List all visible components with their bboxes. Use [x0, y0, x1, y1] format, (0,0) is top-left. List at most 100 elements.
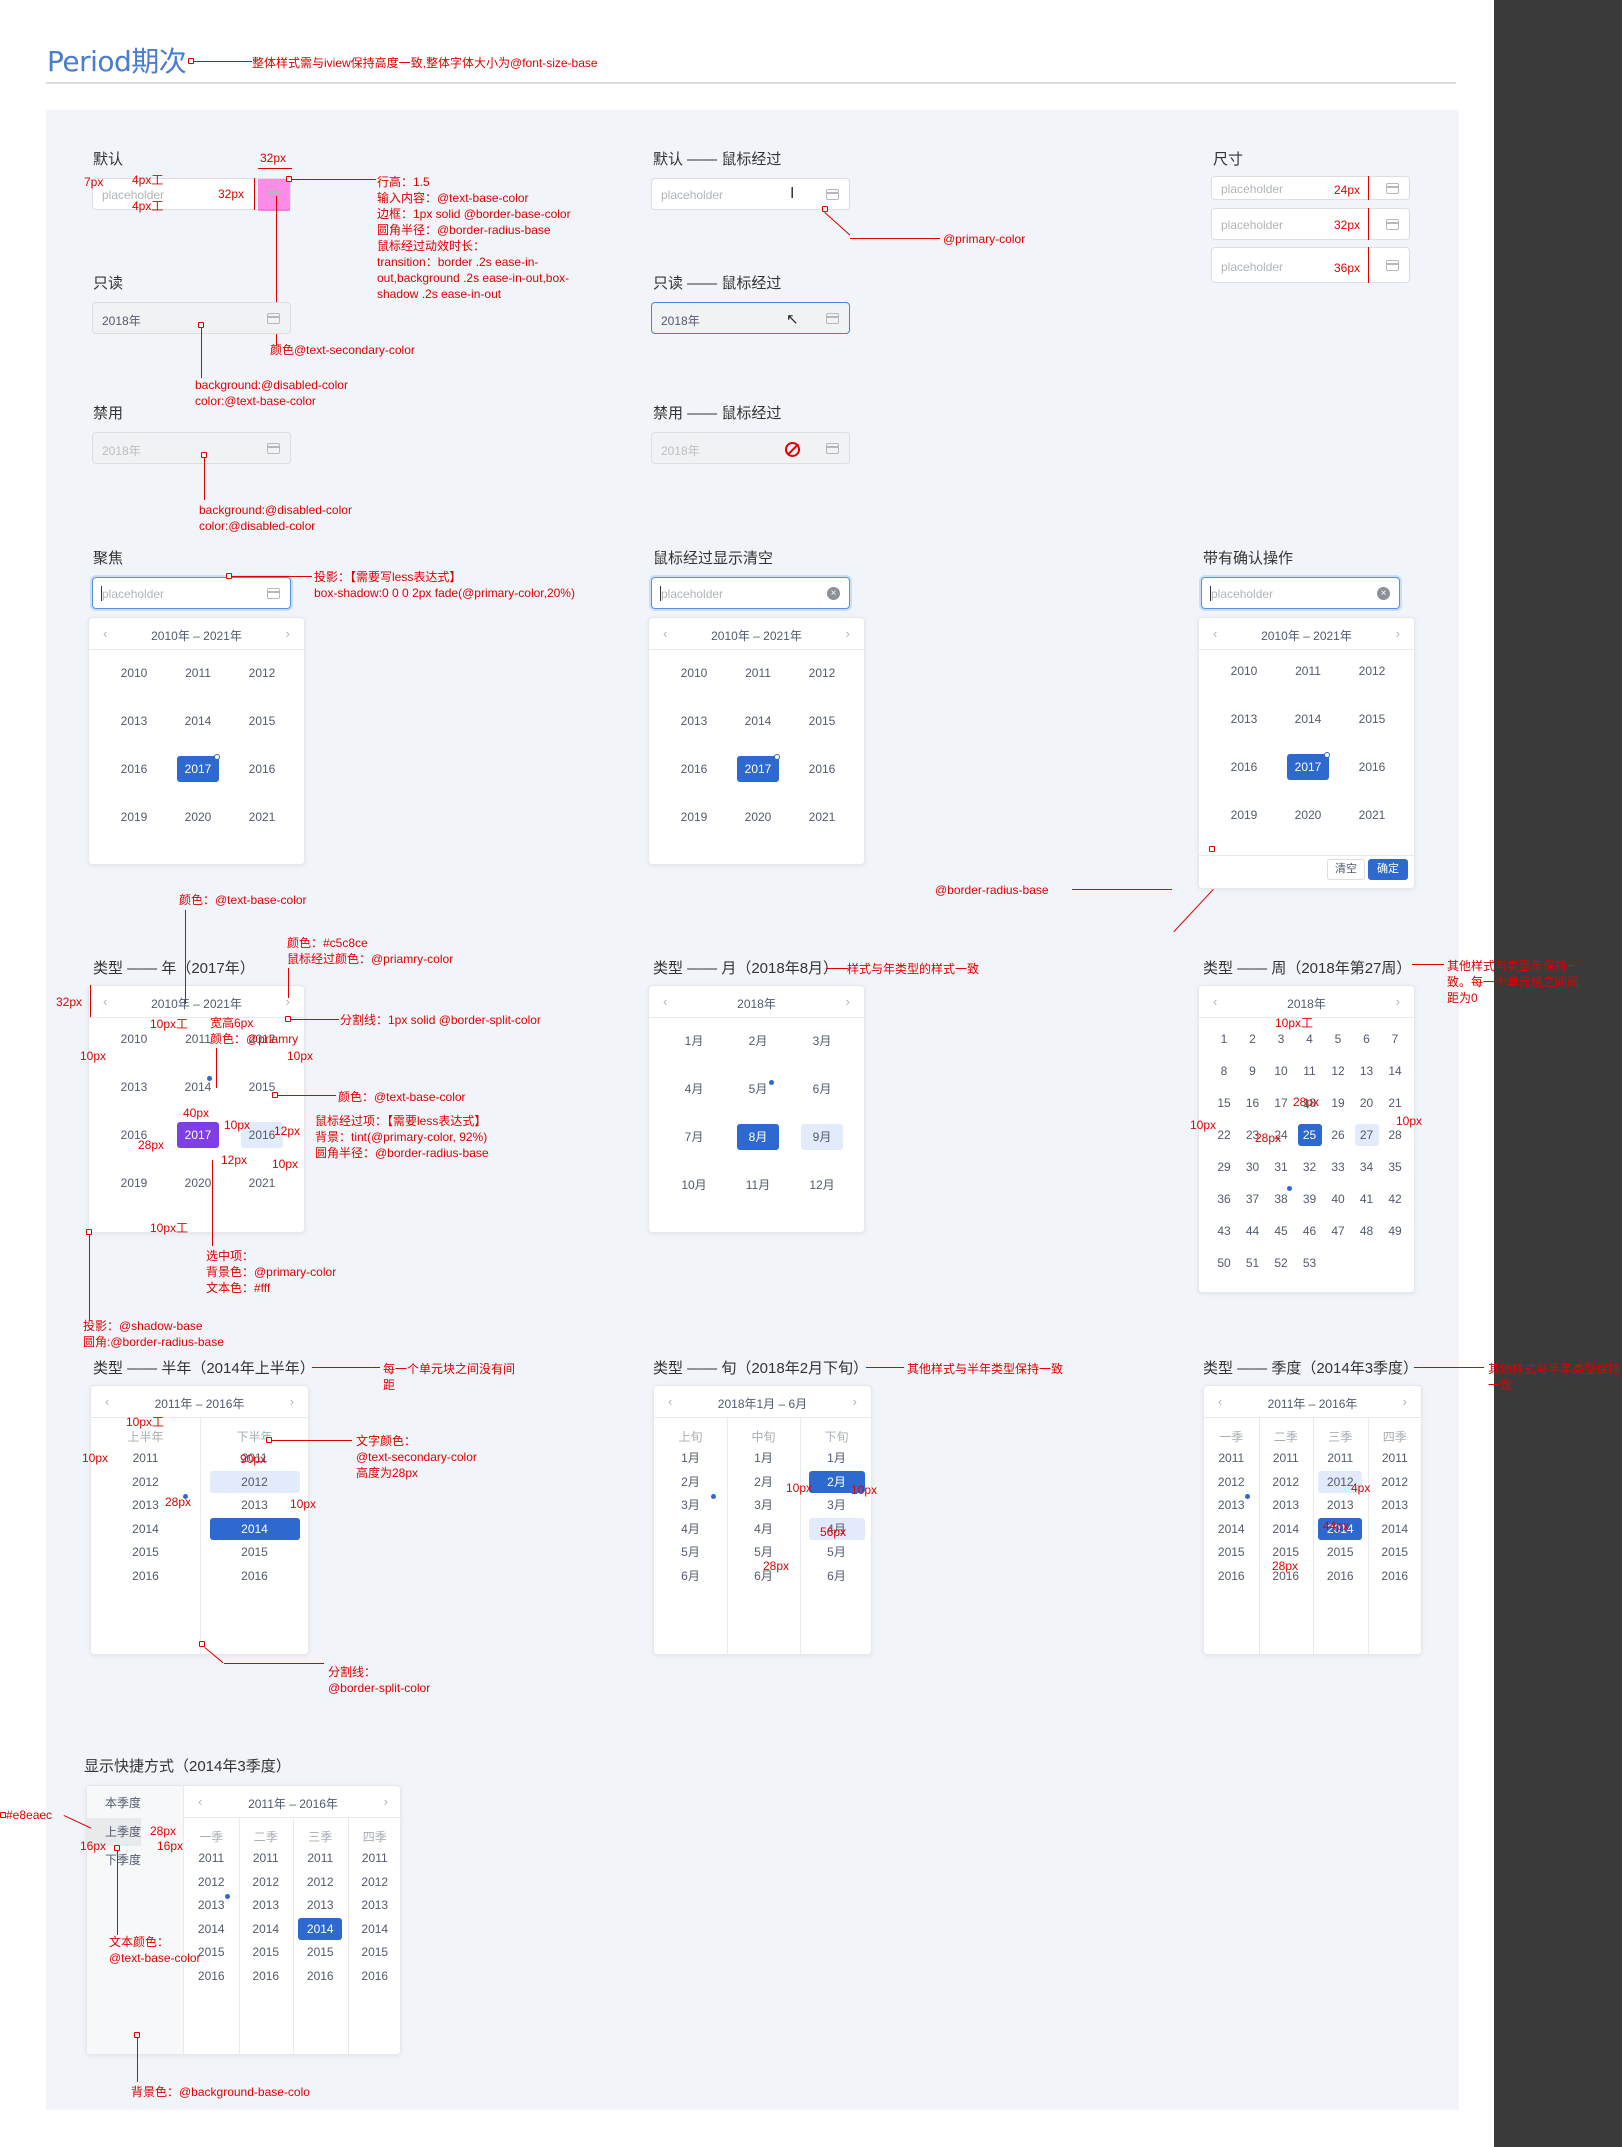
week-cell[interactable]: 27	[1354, 1124, 1379, 1146]
week-cell[interactable]: 10	[1269, 1060, 1293, 1082]
year-cell[interactable]: 2015	[241, 708, 283, 734]
period-cell[interactable]: 2016	[101, 1565, 191, 1587]
clear-icon[interactable]: ×	[827, 587, 840, 600]
next-arrow-icon[interactable]: ›	[853, 1394, 857, 1409]
year-cell[interactable]: 2014	[737, 708, 779, 734]
period-cell[interactable]: 2013	[298, 1894, 342, 1916]
period-cell[interactable]: 6月	[809, 1565, 865, 1587]
year-cell[interactable]: 2011	[737, 660, 779, 686]
week-cell[interactable]: 51	[1241, 1252, 1265, 1274]
week-cell[interactable]: 42	[1383, 1188, 1407, 1210]
month-cell[interactable]: 12月	[801, 1172, 843, 1198]
year-cell[interactable]: 2014	[1287, 706, 1329, 732]
period-cell[interactable]: 5月	[663, 1541, 719, 1563]
period-cell[interactable]: 2013	[1318, 1494, 1362, 1516]
week-cell[interactable]: 41	[1355, 1188, 1379, 1210]
readonly-hover-input[interactable]: 2018年 ↖	[651, 302, 850, 334]
month-cell[interactable]: 1月	[673, 1028, 715, 1054]
week-cell[interactable]: 14	[1383, 1060, 1407, 1082]
month-cell[interactable]: 10月	[673, 1172, 715, 1198]
period-cell[interactable]: 4月	[663, 1518, 719, 1540]
year-cell[interactable]: 2020	[737, 804, 779, 830]
year-cell[interactable]: 2021	[1351, 802, 1393, 828]
year-cell[interactable]: 2016	[241, 756, 283, 782]
period-cell[interactable]: 2013	[1264, 1494, 1308, 1516]
week-cell[interactable]: 36	[1212, 1188, 1236, 1210]
period-cell[interactable]: 2015	[298, 1941, 342, 1963]
week-cell[interactable]: 29	[1212, 1156, 1236, 1178]
period-cell[interactable]: 2012	[1373, 1471, 1417, 1493]
week-cell[interactable]: 5	[1326, 1028, 1350, 1050]
year-cell[interactable]: 2013	[1223, 706, 1265, 732]
week-cell[interactable]: 31	[1269, 1156, 1293, 1178]
week-cell[interactable]: 4	[1298, 1028, 1322, 1050]
period-cell[interactable]: 2013	[210, 1494, 300, 1516]
period-cell[interactable]: 2012	[298, 1871, 342, 1893]
year-cell[interactable]: 2019	[1223, 802, 1265, 828]
next-arrow-icon[interactable]: ›	[290, 1394, 294, 1409]
week-cell[interactable]: 3	[1269, 1028, 1293, 1050]
period-cell[interactable]: 2012	[244, 1871, 288, 1893]
period-cell[interactable]: 2011	[353, 1847, 397, 1869]
period-cell[interactable]: 2014	[1209, 1518, 1253, 1540]
next-arrow-icon[interactable]: ›	[846, 994, 850, 1009]
week-cell[interactable]: 19	[1326, 1092, 1350, 1114]
week-cell[interactable]: 49	[1383, 1220, 1407, 1242]
period-cell[interactable]: 2011	[1264, 1447, 1308, 1469]
period-cell[interactable]: 2016	[1318, 1565, 1362, 1587]
week-cell[interactable]: 16	[1241, 1092, 1265, 1114]
year-cell[interactable]: 2014	[177, 708, 219, 734]
period-cell[interactable]: 1月	[809, 1447, 865, 1469]
period-cell[interactable]: 3月	[663, 1494, 719, 1516]
size-default-input[interactable]: placeholder	[1211, 208, 1410, 240]
week-cell[interactable]: 37	[1241, 1188, 1265, 1210]
month-cell[interactable]: 4月	[673, 1076, 715, 1102]
year-cell[interactable]: 2010	[1223, 658, 1265, 684]
week-cell[interactable]: 17	[1269, 1092, 1293, 1114]
period-cell[interactable]: 2014	[353, 1918, 397, 1940]
period-cell[interactable]: 2016	[298, 1965, 342, 1987]
period-cell[interactable]: 2011	[244, 1847, 288, 1869]
period-cell[interactable]: 2014	[209, 1517, 300, 1540]
year-cell[interactable]: 2016	[1351, 754, 1393, 780]
year-cell[interactable]: 2013	[113, 1074, 155, 1100]
period-cell[interactable]: 2012	[353, 1871, 397, 1893]
period-cell[interactable]: 2011	[189, 1847, 233, 1869]
week-cell[interactable]: 33	[1326, 1156, 1350, 1178]
week-cell[interactable]: 30	[1241, 1156, 1265, 1178]
week-cell[interactable]: 25	[1297, 1124, 1322, 1146]
month-cell[interactable]: 8月	[737, 1124, 779, 1150]
week-cell[interactable]: 32	[1298, 1156, 1322, 1178]
period-cell[interactable]: 2015	[353, 1941, 397, 1963]
year-cell[interactable]: 2016	[113, 756, 155, 782]
week-cell[interactable]: 21	[1383, 1092, 1407, 1114]
period-cell[interactable]: 2016	[189, 1965, 233, 1987]
period-cell[interactable]: 2012	[1264, 1471, 1308, 1493]
period-cell[interactable]: 2013	[244, 1894, 288, 1916]
week-cell[interactable]: 6	[1355, 1028, 1379, 1050]
period-cell[interactable]: 2015	[1209, 1541, 1253, 1563]
year-cell[interactable]: 2021	[241, 1170, 283, 1196]
period-cell[interactable]: 2016	[210, 1565, 300, 1587]
confirm-button[interactable]: 确定	[1368, 859, 1408, 880]
week-cell[interactable]: 13	[1355, 1060, 1379, 1082]
month-cell[interactable]: 7月	[673, 1124, 715, 1150]
year-cell[interactable]: 2017	[177, 756, 219, 782]
period-cell[interactable]: 2012	[189, 1871, 233, 1893]
size-large-input[interactable]: placeholder	[1211, 247, 1410, 283]
period-cell[interactable]: 2014	[1373, 1518, 1417, 1540]
period-cell[interactable]: 2016	[353, 1965, 397, 1987]
month-cell[interactable]: 2月	[737, 1028, 779, 1054]
period-cell[interactable]: 2012	[209, 1470, 300, 1493]
period-cell[interactable]: 2013	[353, 1894, 397, 1916]
period-cell[interactable]: 2015	[210, 1541, 300, 1563]
year-cell[interactable]: 2019	[113, 804, 155, 830]
year-cell[interactable]: 2010	[113, 660, 155, 686]
week-cell[interactable]: 50	[1212, 1252, 1236, 1274]
confirm-input[interactable]: placeholder ×	[1201, 577, 1400, 609]
year-cell[interactable]: 2012	[241, 660, 283, 686]
period-cell[interactable]: 2016	[244, 1965, 288, 1987]
week-cell[interactable]: 34	[1355, 1156, 1379, 1178]
year-cell[interactable]: 2012	[801, 660, 843, 686]
period-cell[interactable]: 2015	[244, 1941, 288, 1963]
